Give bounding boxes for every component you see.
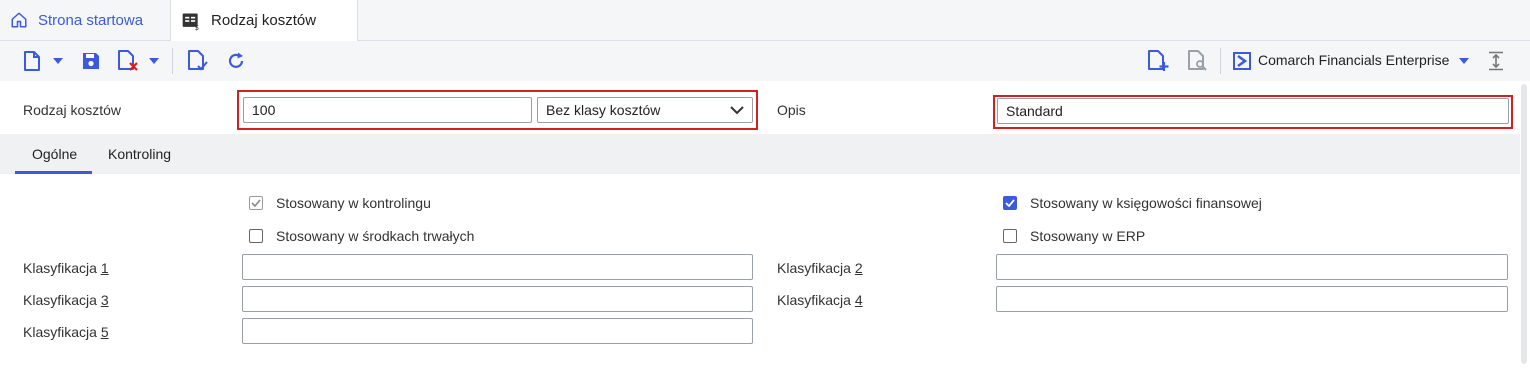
- vertical-scrollbar[interactable]: [1521, 84, 1527, 364]
- classification-5-input[interactable]: [242, 318, 753, 344]
- classification-5-label: Klasyfikacja 5: [23, 324, 109, 340]
- caret-down-icon: [149, 58, 159, 64]
- erp-checkbox-label: Stosowany w ERP: [1030, 228, 1146, 244]
- new-button[interactable]: [20, 49, 44, 73]
- tab-cost-type-label: Rodzaj kosztów: [211, 12, 317, 29]
- new-document-icon: [24, 51, 40, 71]
- discard-button[interactable]: [116, 49, 140, 73]
- cost-class-value: Bez klasy kosztów: [546, 102, 661, 118]
- controlling-checkbox-label: Stosowany w kontrolingu: [276, 195, 431, 211]
- refresh-button[interactable]: [224, 49, 248, 73]
- toolbar-separator: [172, 48, 173, 74]
- company-chevron-icon: [1233, 52, 1251, 70]
- active-tab-indicator: [15, 171, 92, 174]
- classification-3-label: Klasyfikacja 3: [23, 292, 109, 308]
- company-icon-button[interactable]: [1230, 49, 1254, 73]
- classification-4-input[interactable]: [996, 286, 1508, 312]
- erp-checkbox[interactable]: [1003, 229, 1017, 243]
- save-button[interactable]: [79, 49, 103, 73]
- classification-2-input[interactable]: [996, 254, 1508, 280]
- cost-type-input[interactable]: 100: [243, 97, 532, 123]
- financial-accounting-checkbox-label: Stosowany w księgowości finansowej: [1030, 195, 1262, 211]
- expand-button[interactable]: [1484, 49, 1508, 73]
- tab-home[interactable]: Strona startowa: [0, 0, 170, 40]
- checkmark-icon: [251, 199, 261, 207]
- subtab-bar: [0, 134, 1520, 174]
- expand-vertical-icon: [1489, 51, 1503, 71]
- discard-dropdown-button[interactable]: [144, 49, 164, 73]
- classification-1-label: Klasyfikacja 1: [23, 260, 109, 276]
- classification-1-input[interactable]: [242, 254, 753, 280]
- fixed-assets-checkbox[interactable]: [249, 229, 263, 243]
- caret-down-icon: [1459, 58, 1469, 64]
- company-selector[interactable]: Comarch Financials Enterprise: [1258, 52, 1449, 68]
- new-document-button[interactable]: [1146, 49, 1170, 73]
- classification-2-label: Klasyfikacja 2: [777, 260, 863, 276]
- financial-accounting-checkbox[interactable]: [1003, 196, 1017, 210]
- preview-button[interactable]: [1186, 49, 1210, 73]
- cost-sheet-icon: $: [182, 13, 199, 31]
- save-icon: [83, 53, 99, 69]
- refresh-icon: [228, 52, 244, 68]
- fixed-assets-checkbox-label: Stosowany w środkach trwałych: [276, 228, 475, 244]
- controlling-checkbox[interactable]: [249, 196, 263, 210]
- toolbar-separator: [1220, 48, 1221, 74]
- tab-general[interactable]: Ogólne: [32, 134, 77, 174]
- cost-class-select[interactable]: Bez klasy kosztów: [537, 97, 753, 123]
- description-input[interactable]: Standard: [997, 98, 1509, 124]
- classification-4-label: Klasyfikacja 4: [777, 292, 863, 308]
- cost-type-label: Rodzaj kosztów: [23, 102, 122, 118]
- check-document-icon: [188, 50, 208, 71]
- new-dropdown-button[interactable]: [48, 49, 68, 73]
- tab-home-label: Strona startowa: [38, 11, 144, 29]
- svg-text:$: $: [194, 23, 199, 31]
- description-label: Opis: [777, 102, 806, 118]
- classification-3-input[interactable]: [242, 286, 753, 312]
- chevron-down-icon: [730, 105, 744, 114]
- validate-button[interactable]: [186, 49, 210, 73]
- company-dropdown-button[interactable]: [1454, 49, 1474, 73]
- caret-down-icon: [53, 58, 63, 64]
- add-document-icon: [1148, 50, 1169, 71]
- home-icon: [11, 12, 27, 28]
- search-document-icon: [1188, 50, 1207, 71]
- tab-cost-type[interactable]: $ Rodzaj kosztów: [170, 0, 358, 41]
- checkmark-icon: [1005, 199, 1015, 207]
- discard-document-icon: [118, 50, 138, 71]
- tab-controlling[interactable]: Kontroling: [108, 134, 171, 174]
